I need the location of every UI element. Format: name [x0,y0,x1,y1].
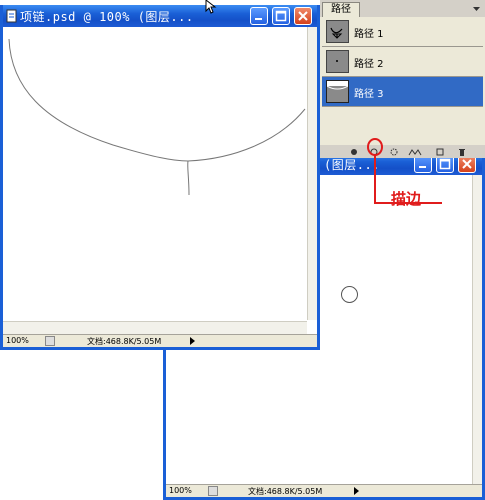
path-label: 路径 1 [354,29,384,40]
vertical-scrollbar[interactable] [307,27,317,320]
zoom-level[interactable]: 100% [6,336,29,345]
path-list: 路径 1 路径 2 路径 3 [320,17,485,145]
fill-path-icon[interactable] [350,148,358,156]
annotation-label: 描边 [391,190,422,208]
path-thumbnail [326,20,349,43]
shape-thumbnail-icon [326,85,349,102]
document-info: 文档:468.8K/5.05M [248,487,323,496]
window-title: 项链.psd @ 100% (图层... [20,10,194,24]
close-button[interactable] [294,7,312,25]
maximize-icon [275,10,287,22]
minimize-icon [255,18,262,20]
canvas[interactable] [3,27,307,320]
path-item-1[interactable]: 路径 1 [322,17,483,47]
path-thumbnail [326,80,349,103]
tab-paths[interactable]: 路径 [322,2,360,17]
necklace-thumbnail-icon [330,27,343,39]
path-label: 路径 2 [354,59,384,70]
title-bar[interactable]: 项链.psd @ 100% (图层... [3,5,317,27]
panel-menu-button[interactable] [472,3,481,12]
minimize-button[interactable] [250,7,268,25]
path-label: 路径 3 [354,89,384,100]
maximize-button[interactable] [272,7,290,25]
mouse-cursor-icon [205,0,217,14]
zoom-level[interactable]: 100% [169,486,192,495]
panel-menu-icon [473,7,480,11]
necklace-path-drawing [8,38,306,196]
status-menu-arrow-icon[interactable] [354,487,359,495]
document-window-main[interactable]: 项链.psd @ 100% (图层... 100% 文档:468.8K/5.05… [0,5,320,350]
path-thumbnail [326,50,349,73]
status-info-icon[interactable] [45,336,55,346]
brush-cursor-circle [341,286,358,303]
dot-thumbnail-icon [336,60,338,62]
status-menu-arrow-icon[interactable] [190,337,195,345]
status-bar: 100% 文档:468.8K/5.05M [166,484,482,497]
document-icon [6,9,17,23]
close-icon [298,11,308,21]
path-item-2[interactable]: 路径 2 [322,47,483,77]
path-item-3[interactable]: 路径 3 [322,77,483,107]
status-info-icon[interactable] [208,486,218,496]
horizontal-scrollbar[interactable] [3,321,307,334]
document-info: 文档:468.8K/5.05M [87,337,162,346]
vertical-scrollbar[interactable] [472,175,482,484]
status-bar: 100% 文档:468.8K/5.05M [3,334,317,347]
